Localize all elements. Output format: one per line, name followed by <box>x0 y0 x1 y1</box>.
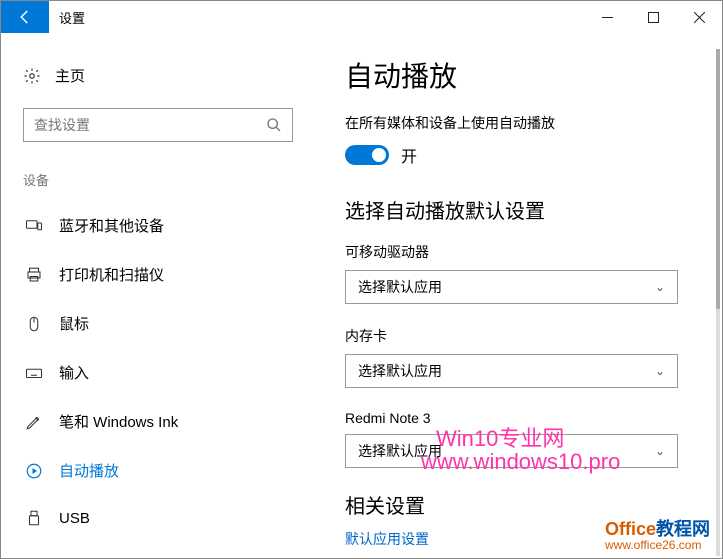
category-label: 设备 <box>23 170 279 189</box>
toggle-description: 在所有媒体和设备上使用自动播放 <box>345 113 702 133</box>
search-input[interactable]: 查找设置 <box>23 108 293 142</box>
devices-icon <box>25 217 43 235</box>
scrollbar[interactable] <box>716 49 720 556</box>
keyboard-icon <box>25 364 43 382</box>
field-label-removable: 可移动驱动器 <box>345 242 702 262</box>
page-heading: 自动播放 <box>345 55 702 95</box>
home-label: 主页 <box>55 65 85 86</box>
sidebar: 主页 查找设置 设备 蓝牙和其他设备 打印机和扫描仪 鼠标 输入 笔和 Wind… <box>1 33 301 558</box>
field-label-redmi: Redmi Note 3 <box>345 410 702 426</box>
combo-redmi-note-3[interactable]: 选择默认应用 ⌄ <box>345 434 678 468</box>
nav-label: USB <box>59 510 90 527</box>
nav-label: 自动播放 <box>59 460 119 481</box>
sidebar-item-pen[interactable]: 笔和 Windows Ink <box>23 401 279 442</box>
combo-value: 选择默认应用 <box>358 361 655 381</box>
minimize-button[interactable] <box>584 1 630 33</box>
defaults-heading: 选择自动播放默认设置 <box>345 195 702 224</box>
sidebar-item-bluetooth[interactable]: 蓝牙和其他设备 <box>23 205 279 246</box>
combo-memory-card[interactable]: 选择默认应用 ⌄ <box>345 354 678 388</box>
autoplay-toggle[interactable] <box>345 145 389 165</box>
sidebar-item-typing[interactable]: 输入 <box>23 352 279 393</box>
nav-label: 鼠标 <box>59 313 89 334</box>
chevron-down-icon: ⌄ <box>655 444 665 458</box>
gear-icon <box>23 67 41 85</box>
field-label-memorycard: 内存卡 <box>345 326 702 346</box>
titlebar: 设置 <box>1 1 722 33</box>
sidebar-item-mouse[interactable]: 鼠标 <box>23 303 279 344</box>
scrollbar-thumb[interactable] <box>716 49 720 309</box>
nav-label: 输入 <box>59 362 89 383</box>
default-apps-link[interactable]: 默认应用设置 <box>345 529 702 549</box>
related-heading: 相关设置 <box>345 490 702 519</box>
pen-icon <box>25 413 43 431</box>
nav-label: 蓝牙和其他设备 <box>59 215 164 236</box>
usb-icon <box>25 509 43 527</box>
search-icon <box>266 117 282 133</box>
sidebar-item-printers[interactable]: 打印机和扫描仪 <box>23 254 279 295</box>
home-link[interactable]: 主页 <box>23 65 279 86</box>
maximize-button[interactable] <box>630 1 676 33</box>
sidebar-item-autoplay[interactable]: 自动播放 <box>23 450 279 491</box>
nav-label: 打印机和扫描仪 <box>59 264 164 285</box>
mouse-icon <box>25 315 43 333</box>
back-button[interactable] <box>1 1 49 33</box>
search-placeholder: 查找设置 <box>34 115 266 135</box>
printer-icon <box>25 266 43 284</box>
autoplay-icon <box>25 462 43 480</box>
chevron-down-icon: ⌄ <box>655 364 665 378</box>
combo-removable-drive[interactable]: 选择默认应用 ⌄ <box>345 270 678 304</box>
nav-label: 笔和 Windows Ink <box>59 411 178 432</box>
combo-value: 选择默认应用 <box>358 441 655 461</box>
sidebar-item-usb[interactable]: USB <box>23 499 279 537</box>
close-button[interactable] <box>676 1 722 33</box>
main-content: 自动播放 在所有媒体和设备上使用自动播放 开 选择自动播放默认设置 可移动驱动器… <box>301 33 722 558</box>
chevron-down-icon: ⌄ <box>655 280 665 294</box>
toggle-state-label: 开 <box>401 143 417 167</box>
window-title: 设置 <box>49 1 95 33</box>
combo-value: 选择默认应用 <box>358 277 655 297</box>
